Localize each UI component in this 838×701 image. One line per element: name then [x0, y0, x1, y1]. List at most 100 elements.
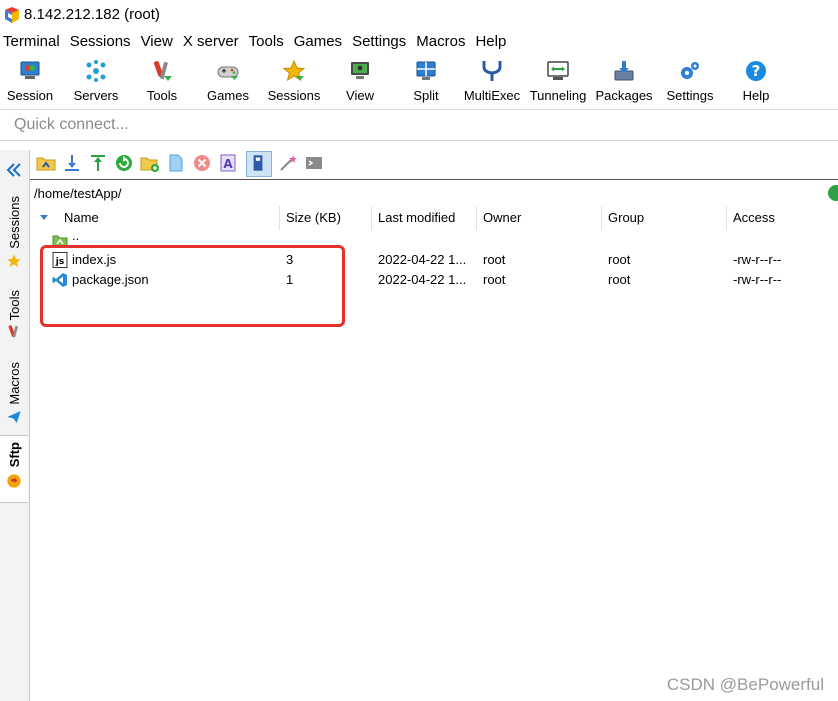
quick-connect-input[interactable]	[4, 112, 836, 138]
sidebar-tab-sessions[interactable]: Sessions	[0, 196, 28, 269]
column-last-modified[interactable]: Last modified	[372, 206, 477, 230]
view-icon	[351, 62, 369, 79]
parent-dir-row[interactable]: ..	[30, 228, 838, 250]
multiexec-icon	[482, 61, 502, 81]
menu-help[interactable]: Help	[473, 30, 514, 54]
column-group[interactable]: Group	[602, 206, 727, 230]
tunneling-button[interactable]: Tunneling	[525, 54, 591, 108]
packages-icon	[614, 61, 634, 81]
sidebar-tab-macros[interactable]: Macros	[0, 362, 28, 425]
menu-games[interactable]: Games	[292, 30, 350, 54]
column-size[interactable]: Size (KB)	[280, 206, 372, 230]
title-bar: 8.142.212.182 (root)	[0, 0, 838, 30]
star-icon	[7, 254, 21, 267]
sidebar-tab-sessions-label: Sessions	[6, 196, 22, 249]
parent-folder-icon[interactable]	[36, 153, 56, 173]
document-icon	[253, 155, 263, 171]
file-owner: root	[483, 252, 506, 267]
column-name[interactable]: Name	[30, 206, 280, 230]
sidebar-tab-tools[interactable]: Tools	[0, 290, 28, 340]
sessions-label: Sessions	[267, 88, 321, 103]
menu-tools[interactable]: Tools	[247, 30, 292, 54]
vscode-file-icon	[52, 273, 67, 287]
svg-text:js: js	[55, 257, 64, 267]
star-icon	[282, 59, 306, 82]
window-title: 8.142.212.182 (root)	[24, 6, 160, 23]
file-access: -rw-r--r--	[733, 272, 782, 287]
session-button[interactable]: Session	[0, 54, 63, 108]
menu-x-server[interactable]: X server	[181, 30, 247, 54]
games-label: Games	[207, 88, 249, 103]
servers-button[interactable]: Servers	[63, 54, 129, 108]
help-label: Help	[742, 88, 770, 103]
gamepad-icon	[217, 66, 239, 80]
file-size: 3	[286, 252, 294, 267]
help-button[interactable]: ? Help	[723, 54, 789, 108]
upload-icon[interactable]	[88, 153, 108, 173]
path-confirm-icon[interactable]	[828, 185, 838, 201]
file-size: 1	[286, 272, 294, 287]
tools-icon	[153, 61, 172, 81]
new-file-icon[interactable]	[166, 153, 186, 173]
session-icon	[20, 61, 40, 79]
main-toolbar: Session Servers Tools Games Sessions Vie…	[0, 54, 838, 108]
double-chevron-left-icon	[6, 163, 21, 177]
column-access[interactable]: Access	[727, 206, 838, 230]
file-access: -rw-r--r--	[733, 252, 782, 267]
menu-view[interactable]: View	[139, 30, 181, 54]
table-row[interactable]: js index.js 3 2022-04-22 1... root root …	[30, 250, 838, 270]
tools-button[interactable]: Tools	[129, 54, 195, 108]
remote-path-input[interactable]	[32, 183, 814, 203]
column-name-label: Name	[64, 210, 99, 225]
svg-text:?: ?	[752, 62, 761, 80]
games-button[interactable]: Games	[195, 54, 261, 108]
quick-connect-bar	[0, 109, 838, 141]
file-owner: root	[483, 272, 506, 287]
sftp-toolbar: A	[30, 150, 838, 178]
column-owner[interactable]: Owner	[477, 206, 602, 230]
file-group: root	[608, 272, 631, 287]
collapse-sidebar-button[interactable]	[4, 160, 24, 180]
packages-button[interactable]: Packages	[591, 54, 657, 108]
sidebar-tab-sftp-label: Sftp	[6, 442, 22, 468]
file-name: index.js	[72, 252, 117, 267]
menu-sessions[interactable]: Sessions	[68, 30, 139, 54]
magic-wand-icon[interactable]	[278, 153, 298, 173]
sftp-icon	[7, 474, 21, 488]
js-file-icon: js	[52, 252, 68, 268]
session-label: Session	[6, 88, 54, 103]
sessions-button[interactable]: Sessions	[261, 54, 327, 108]
packages-label: Packages	[595, 88, 653, 103]
file-list-header: Name Size (KB) Last modified Owner Group…	[30, 206, 838, 230]
file-modified: 2022-04-22 1...	[378, 252, 467, 267]
rename-icon[interactable]: A	[218, 153, 238, 173]
view-button[interactable]: View	[327, 54, 393, 108]
menu-terminal[interactable]: Terminal	[0, 30, 68, 54]
column-owner-label: Owner	[483, 210, 522, 225]
refresh-icon[interactable]	[114, 153, 134, 173]
toggle-hidden-files-button[interactable]	[246, 151, 272, 177]
tunneling-icon	[547, 61, 569, 80]
file-modified: 2022-04-22 1...	[378, 272, 467, 287]
watermark: CSDN @BePowerful	[666, 675, 824, 694]
multiexec-button[interactable]: MultiExec	[459, 54, 525, 108]
menu-settings[interactable]: Settings	[350, 30, 414, 54]
side-panel-tabs: Sessions Tools Macros Sftp	[0, 150, 30, 701]
help-icon: ?	[746, 61, 766, 81]
table-row[interactable]: package.json 1 2022-04-22 1... root root…	[30, 270, 838, 290]
sidebar-tab-sftp[interactable]: Sftp	[0, 435, 28, 503]
split-icon	[416, 61, 436, 80]
sidebar-tab-macros-label: Macros	[6, 362, 22, 405]
terminal-icon[interactable]	[304, 153, 324, 173]
file-group: root	[608, 252, 631, 267]
delete-icon[interactable]	[192, 153, 212, 173]
sidebar-tab-tools-label: Tools	[6, 290, 22, 321]
settings-button[interactable]: Settings	[657, 54, 723, 108]
split-button[interactable]: Split	[393, 54, 459, 108]
download-icon[interactable]	[62, 153, 82, 173]
tools-label: Tools	[146, 88, 178, 103]
menu-bar: Terminal Sessions View X server Tools Ga…	[0, 30, 838, 54]
parent-folder-icon	[52, 235, 68, 248]
menu-macros[interactable]: Macros	[414, 30, 473, 54]
new-folder-icon[interactable]	[140, 153, 160, 173]
